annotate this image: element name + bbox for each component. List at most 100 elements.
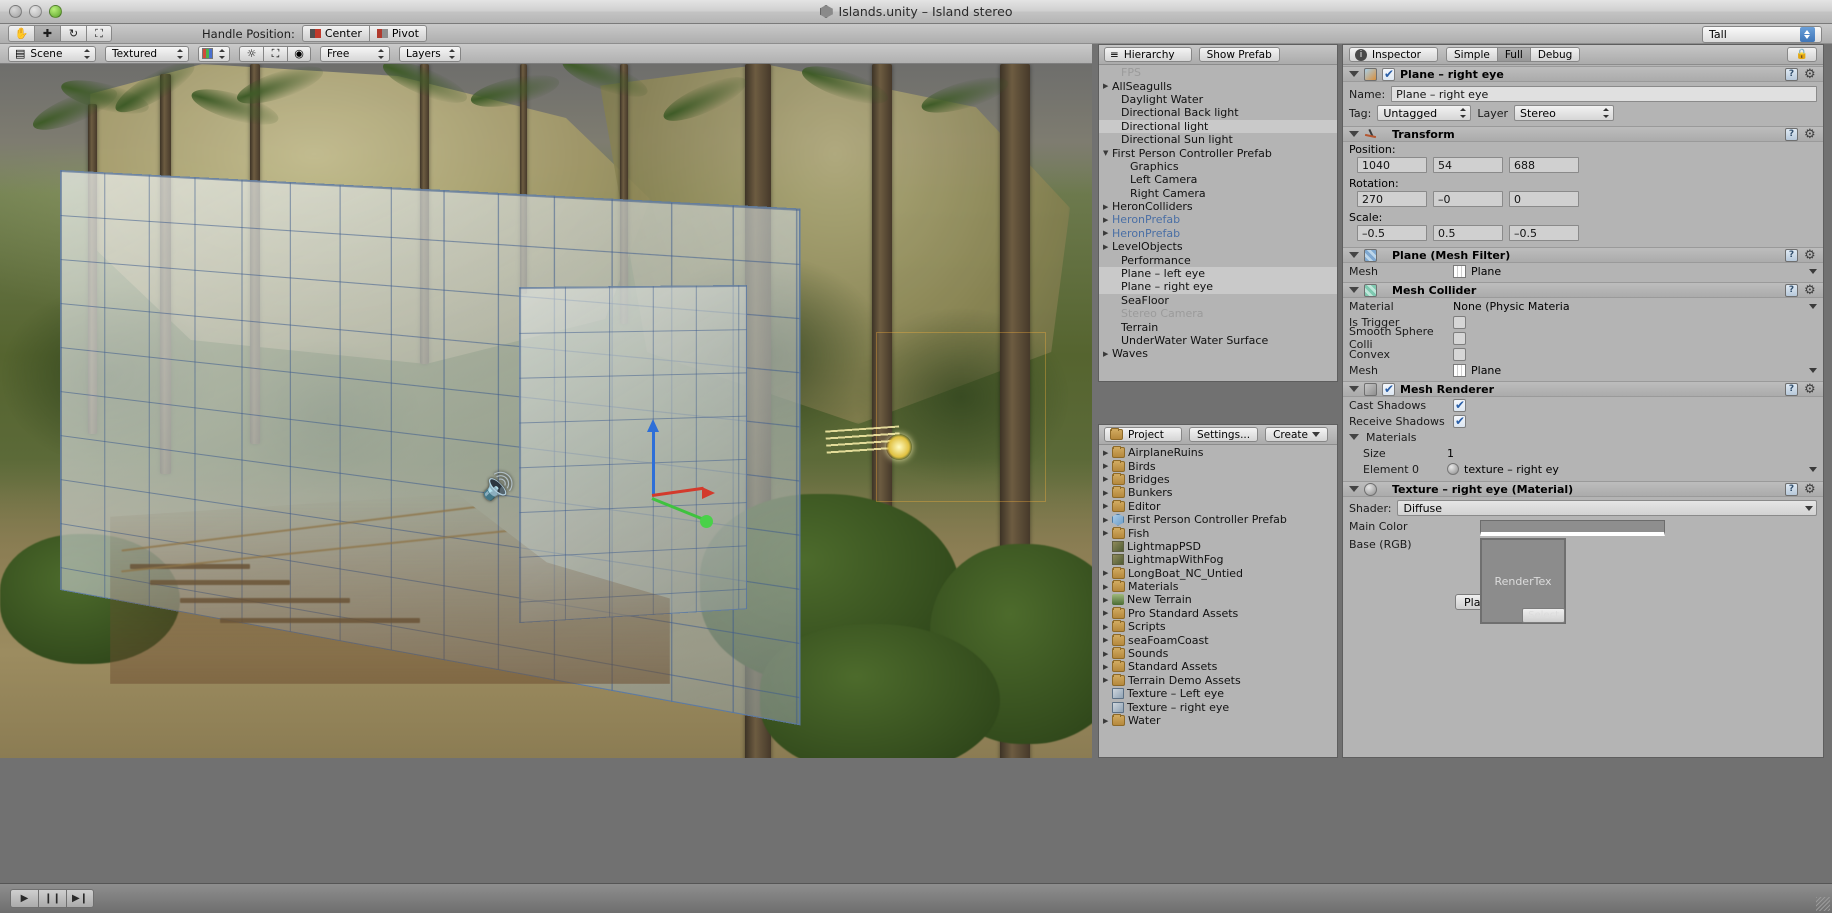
- scene-view-viewport[interactable]: 🔊: [0, 64, 1092, 758]
- rotate-tool-button[interactable]: ↻: [60, 25, 86, 42]
- smooth-sphere-checkbox[interactable]: [1453, 332, 1466, 345]
- transform-gizmo[interactable]: [640, 419, 720, 519]
- project-item[interactable]: ▶Texture – Left eye: [1099, 687, 1337, 700]
- minimize-button[interactable]: [29, 5, 42, 18]
- chevron-right-icon[interactable]: ▶: [1103, 449, 1112, 457]
- help-icon[interactable]: ?: [1785, 249, 1798, 262]
- name-input[interactable]: Plane – right eye: [1391, 86, 1817, 102]
- hierarchy-item[interactable]: ▶Graphics: [1099, 160, 1337, 173]
- position-y-input[interactable]: 54: [1433, 157, 1503, 173]
- skybox-toggle-button[interactable]: ◉: [287, 46, 311, 62]
- chevron-down-icon[interactable]: [1349, 434, 1359, 440]
- project-item[interactable]: ▶LightmapPSD: [1099, 540, 1337, 553]
- gizmo-x-arrow[interactable]: [702, 487, 715, 499]
- hand-tool-button[interactable]: ✋: [8, 25, 34, 42]
- project-item[interactable]: ▶Birds: [1099, 459, 1337, 472]
- transform-header[interactable]: Transform ?: [1343, 126, 1823, 142]
- project-list[interactable]: ▶AirplaneRuins▶Birds▶Bridges▶Bunkers▶Edi…: [1099, 446, 1337, 757]
- cast-shadows-checkbox[interactable]: [1453, 399, 1466, 412]
- rotation-z-input[interactable]: 0: [1509, 191, 1579, 207]
- layout-dropdown[interactable]: Tall: [1702, 26, 1822, 43]
- chevron-down-icon[interactable]: [1349, 131, 1359, 137]
- scale-x-input[interactable]: –0.5: [1357, 225, 1427, 241]
- scene-view-tab-dropdown[interactable]: ▤ Scene: [8, 46, 96, 62]
- mesh-renderer-header[interactable]: Mesh Renderer ?: [1343, 381, 1823, 397]
- chevron-right-icon[interactable]: ▶: [1103, 623, 1112, 631]
- gear-icon[interactable]: [1804, 383, 1817, 396]
- chevron-down-icon[interactable]: [1349, 287, 1359, 293]
- gizmo-z-arrow[interactable]: [700, 515, 713, 528]
- project-item[interactable]: ▶Terrain Demo Assets: [1099, 674, 1337, 687]
- chevron-right-icon[interactable]: ▶: [1103, 516, 1112, 524]
- hierarchy-item[interactable]: ▶Daylight Water: [1099, 93, 1337, 106]
- hierarchy-item[interactable]: ▶FPS: [1099, 66, 1337, 79]
- chevron-right-icon[interactable]: ▶: [1103, 529, 1112, 537]
- hierarchy-item[interactable]: ▶Stereo Camera: [1099, 307, 1337, 320]
- chevron-right-icon[interactable]: ▶: [1103, 636, 1112, 644]
- tag-dropdown[interactable]: Untagged: [1377, 105, 1471, 121]
- rotation-y-input[interactable]: –0: [1433, 191, 1503, 207]
- mode-full-button[interactable]: Full: [1497, 47, 1530, 62]
- chevron-right-icon[interactable]: ▶: [1103, 583, 1112, 591]
- chevron-right-icon[interactable]: ▶: [1103, 82, 1112, 90]
- project-item[interactable]: ▶Water: [1099, 714, 1337, 727]
- material-header[interactable]: Texture – right eye (Material) ?: [1343, 481, 1823, 497]
- project-item[interactable]: ▶First Person Controller Prefab: [1099, 513, 1337, 526]
- hierarchy-item[interactable]: ▶Waves: [1099, 347, 1337, 360]
- project-item[interactable]: ▶LongBoat_NC_Untied: [1099, 567, 1337, 580]
- hierarchy-item[interactable]: ▶Directional Back light: [1099, 106, 1337, 119]
- materials-element0-objectfield[interactable]: texture – right ey: [1447, 463, 1817, 476]
- chevron-right-icon[interactable]: ▶: [1103, 229, 1112, 237]
- chevron-down-icon[interactable]: ▼: [1103, 149, 1112, 157]
- chevron-right-icon[interactable]: ▶: [1103, 203, 1112, 211]
- project-tab-dropdown[interactable]: Project: [1104, 427, 1182, 442]
- mesh-collider-header[interactable]: Mesh Collider ?: [1343, 282, 1823, 298]
- lock-inspector-button[interactable]: 🔒: [1787, 47, 1817, 62]
- step-button[interactable]: ▶❙: [66, 889, 94, 908]
- window-resize-grip[interactable]: [1816, 897, 1830, 911]
- materials-size-value[interactable]: 1: [1447, 447, 1454, 460]
- render-mode-dropdown[interactable]: [198, 46, 230, 62]
- help-icon[interactable]: ?: [1785, 128, 1798, 141]
- hierarchy-item[interactable]: ▶HeronColliders: [1099, 200, 1337, 213]
- base-texture-slot[interactable]: RenderTex Select: [1480, 538, 1566, 624]
- chevron-right-icon[interactable]: ▶: [1103, 596, 1112, 604]
- receive-shadows-checkbox[interactable]: [1453, 415, 1466, 428]
- hierarchy-item[interactable]: ▶SeaFloor: [1099, 294, 1337, 307]
- gameobject-enabled-checkbox[interactable]: [1382, 68, 1395, 81]
- hierarchy-item[interactable]: ▶Performance: [1099, 253, 1337, 266]
- project-item[interactable]: ▶AirplaneRuins: [1099, 446, 1337, 459]
- help-icon[interactable]: ?: [1785, 68, 1798, 81]
- hierarchy-item[interactable]: ▶LevelObjects: [1099, 240, 1337, 253]
- chevron-down-icon[interactable]: [1349, 252, 1359, 258]
- gear-icon[interactable]: [1804, 249, 1817, 262]
- pause-button[interactable]: ❙❙: [38, 889, 66, 908]
- chevron-right-icon[interactable]: ▶: [1103, 243, 1112, 251]
- hierarchy-list[interactable]: ▶FPS▶AllSeagulls▶Daylight Water▶Directio…: [1099, 66, 1337, 381]
- draw-mode-dropdown[interactable]: Textured: [105, 46, 189, 62]
- chevron-right-icon[interactable]: ▶: [1103, 462, 1112, 470]
- materials-row[interactable]: Materials: [1343, 429, 1823, 445]
- help-icon[interactable]: ?: [1785, 483, 1798, 496]
- hierarchy-item[interactable]: ▶UnderWater Water Surface: [1099, 334, 1337, 347]
- scale-y-input[interactable]: 0.5: [1433, 225, 1503, 241]
- gear-icon[interactable]: [1804, 128, 1817, 141]
- show-prefab-button[interactable]: Show Prefab: [1199, 47, 1280, 62]
- chevron-right-icon[interactable]: ▶: [1103, 502, 1112, 510]
- hierarchy-item[interactable]: ▶Plane – right eye: [1099, 280, 1337, 293]
- scale-tool-button[interactable]: ⛶: [86, 25, 112, 42]
- project-item[interactable]: ▶Materials: [1099, 580, 1337, 593]
- chevron-right-icon[interactable]: ▶: [1103, 350, 1112, 358]
- chevron-right-icon[interactable]: ▶: [1103, 717, 1112, 725]
- hierarchy-item[interactable]: ▼First Person Controller Prefab: [1099, 146, 1337, 159]
- mode-debug-button[interactable]: Debug: [1530, 47, 1581, 62]
- hierarchy-item[interactable]: ▶Directional Sun light: [1099, 133, 1337, 146]
- is-trigger-checkbox[interactable]: [1453, 316, 1466, 329]
- center-pivot-button[interactable]: Center: [302, 25, 369, 42]
- shader-dropdown[interactable]: Diffuse: [1397, 500, 1817, 516]
- camera-mode-dropdown[interactable]: Free: [320, 46, 390, 62]
- settings-button[interactable]: Settings...: [1189, 427, 1258, 442]
- help-icon[interactable]: ?: [1785, 284, 1798, 297]
- gizmo-y-axis[interactable]: [652, 427, 655, 495]
- project-item[interactable]: ▶Fish: [1099, 526, 1337, 539]
